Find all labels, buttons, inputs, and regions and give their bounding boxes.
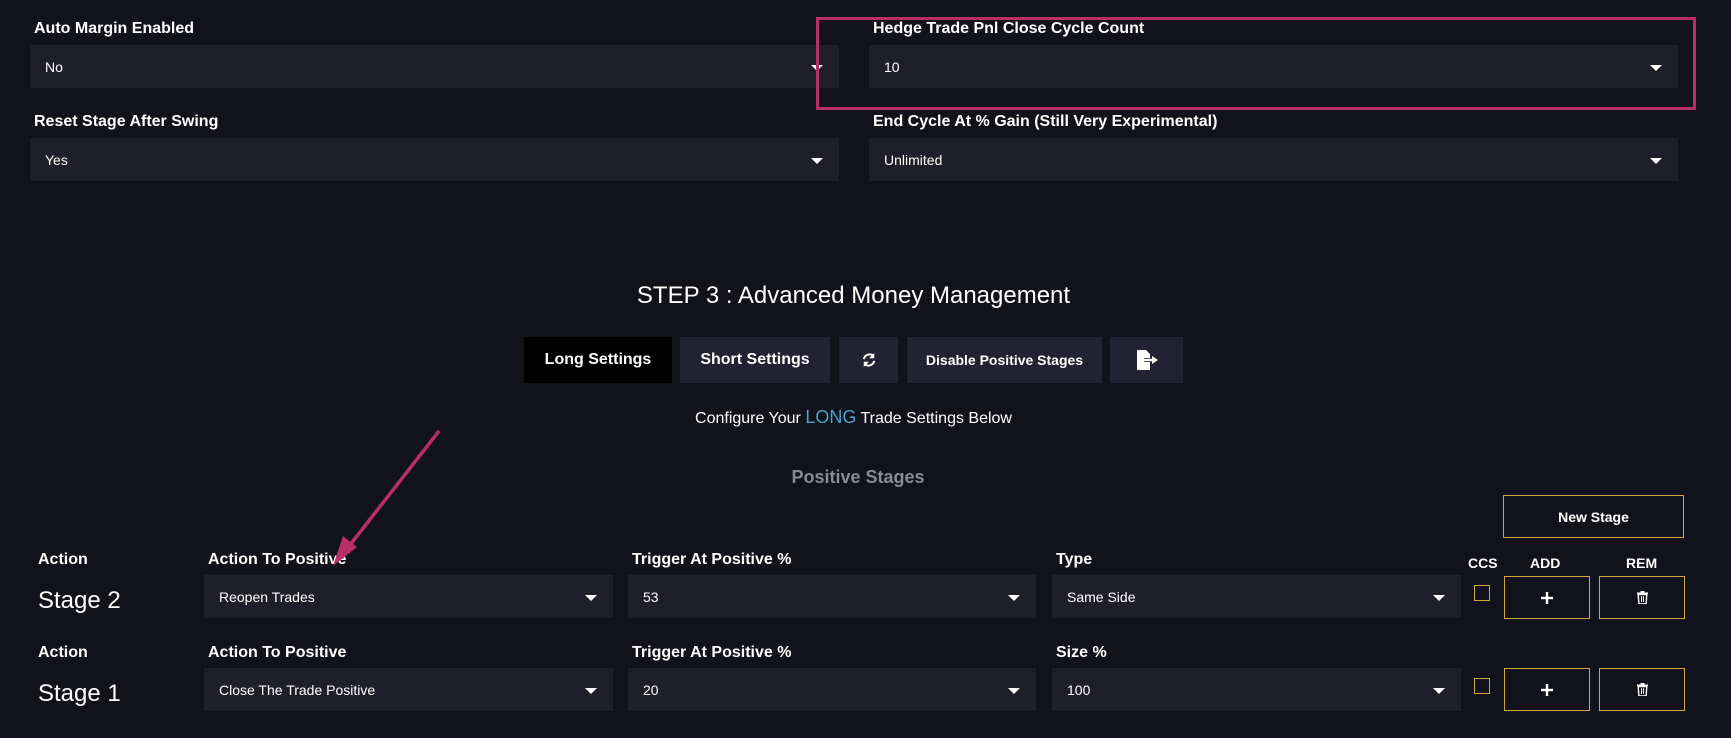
annotation-arrow	[333, 429, 441, 566]
